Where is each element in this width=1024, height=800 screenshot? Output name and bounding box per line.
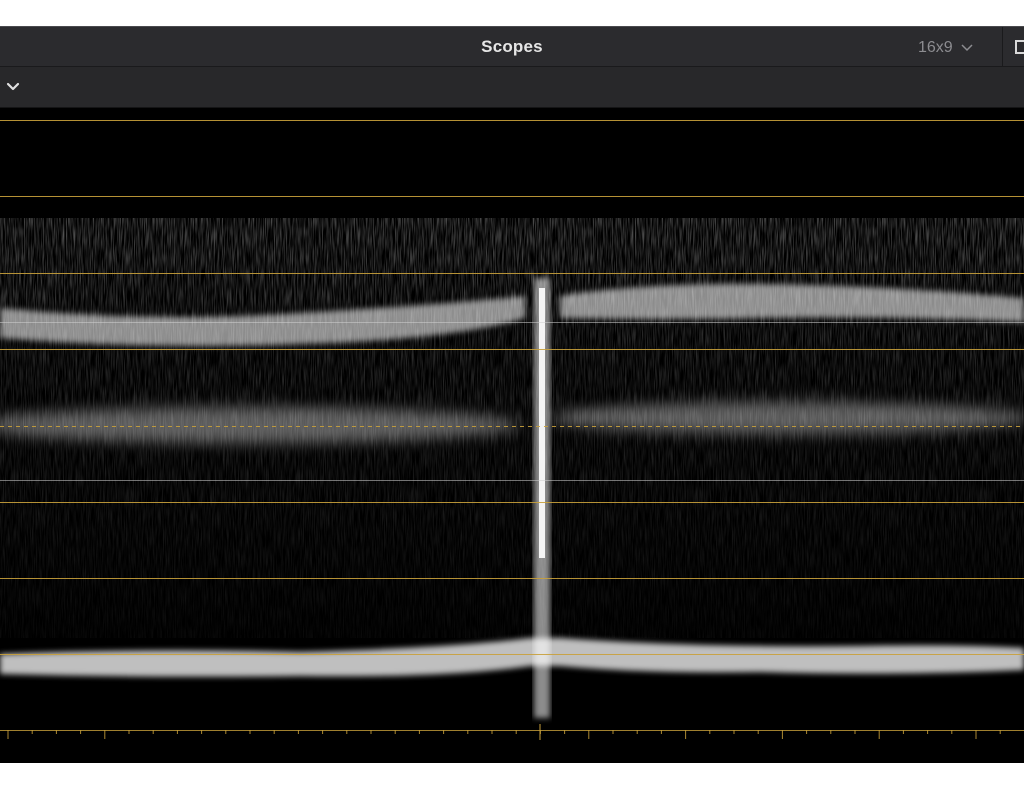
waveform-trace: [0, 218, 1024, 718]
chevron-down-icon: [961, 44, 973, 52]
waveform-canvas: [0, 120, 1024, 740]
window-title: Scopes: [481, 37, 543, 56]
bottom-band: [0, 638, 1024, 677]
titlebar-divider: [1002, 27, 1003, 67]
aspect-ratio-label: 16x9: [918, 39, 953, 56]
aspect-ratio-dropdown[interactable]: 16x9: [918, 37, 973, 59]
panel-toggle-icon[interactable]: [1015, 40, 1024, 54]
scopes-window: Scopes 16x9: [0, 26, 1024, 763]
mid-band-right: [550, 402, 1024, 434]
scopes-titlebar: Scopes 16x9: [0, 26, 1024, 67]
chevron-down-icon[interactable]: [4, 78, 22, 96]
mid-band-left: [0, 407, 520, 443]
scopes-toolbar: [0, 67, 1024, 108]
center-spine-core: [539, 288, 545, 558]
waveform-scope: [0, 108, 1024, 763]
timeline-ruler: [0, 724, 1024, 740]
